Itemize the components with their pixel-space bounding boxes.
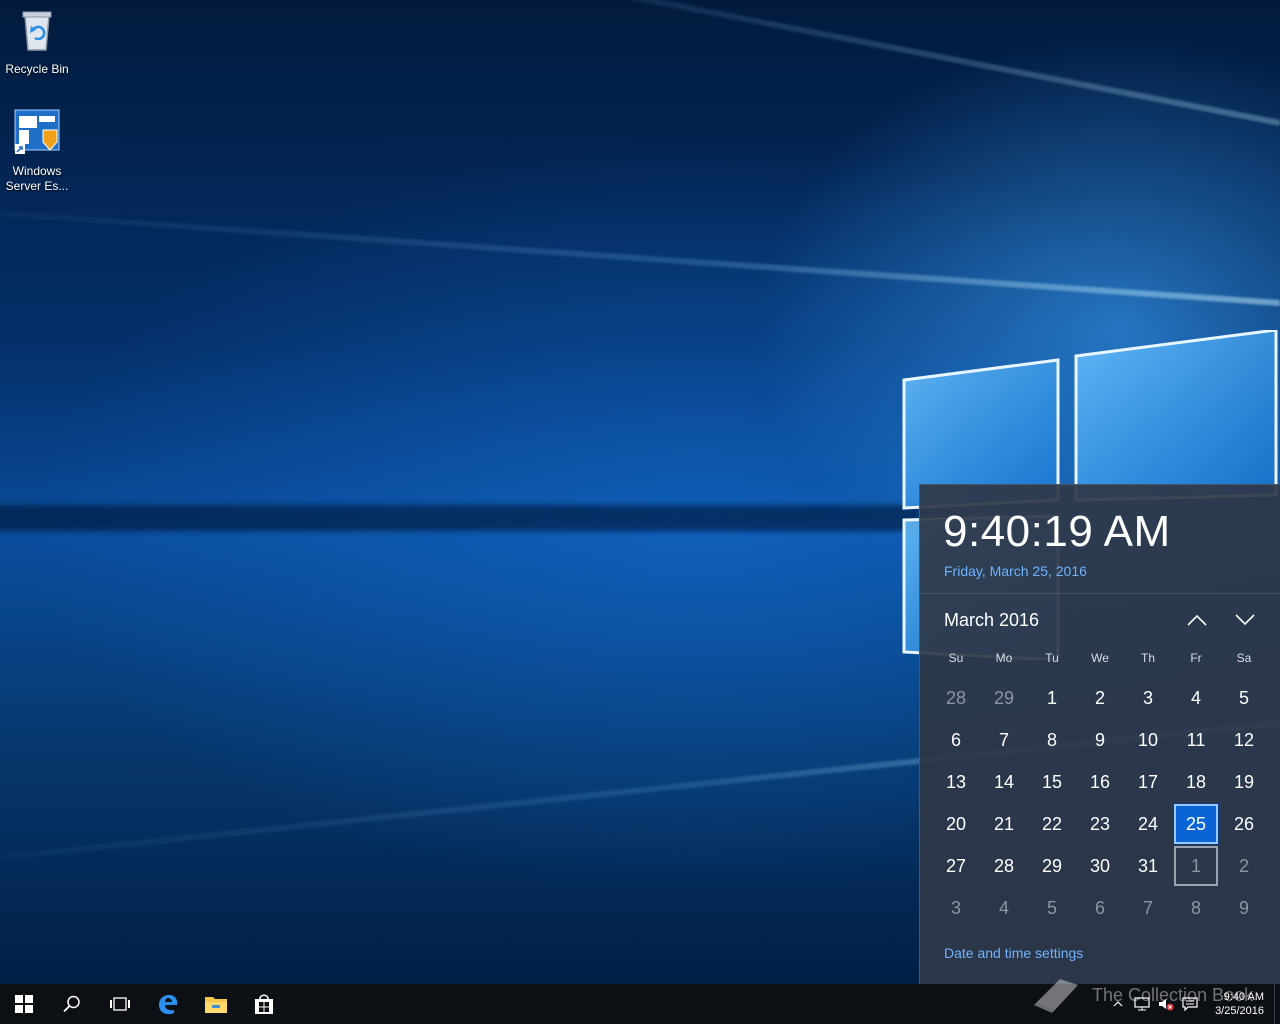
calendar-day[interactable]: 1 <box>1030 678 1074 718</box>
taskbar-clock[interactable]: 9:40 AM 3/25/2016 <box>1202 990 1274 1018</box>
chevron-down-icon <box>1235 614 1255 626</box>
light-beam <box>0 196 1280 306</box>
recycle-bin-label: Recycle Bin <box>5 62 69 76</box>
calendar-day[interactable]: 12 <box>1222 720 1266 760</box>
calendar-day[interactable]: 31 <box>1126 846 1170 886</box>
month-label[interactable]: March 2016 <box>944 610 1039 631</box>
calendar-day[interactable]: 24 <box>1126 804 1170 844</box>
task-view-button[interactable] <box>96 984 144 1024</box>
server-essentials-label: Windows Server Es... <box>5 164 69 193</box>
calendar-day[interactable]: 2 <box>1222 846 1266 886</box>
calendar-day-today[interactable]: 25 <box>1173 803 1219 845</box>
calendar-day[interactable]: 7 <box>982 720 1026 760</box>
calendar-day[interactable]: 22 <box>1030 804 1074 844</box>
windows-start-icon <box>15 995 33 1013</box>
calendar-day[interactable]: 28 <box>934 678 978 718</box>
chevron-up-icon <box>1113 1001 1123 1007</box>
volume-button[interactable] <box>1154 984 1178 1024</box>
calendar-day[interactable]: 13 <box>934 762 978 802</box>
weekday-label: Th <box>1140 651 1155 665</box>
show-hidden-icons-button[interactable] <box>1106 984 1130 1024</box>
taskbar-date: 3/25/2016 <box>1215 1005 1264 1017</box>
calendar-day[interactable]: 14 <box>982 762 1026 802</box>
start-button[interactable] <box>0 984 48 1024</box>
calendar-day[interactable]: 18 <box>1174 762 1218 802</box>
calendar-day[interactable]: 19 <box>1222 762 1266 802</box>
calendar-day[interactable]: 1 <box>1174 846 1218 886</box>
previous-month-button[interactable] <box>1182 607 1212 633</box>
server-essentials-icon <box>14 109 60 154</box>
calendar-day[interactable]: 28 <box>982 846 1026 886</box>
file-explorer-icon <box>205 997 227 1013</box>
calendar-day[interactable]: 16 <box>1078 762 1122 802</box>
calendar-day[interactable]: 23 <box>1078 804 1122 844</box>
weekday-header: Su Mo Tu We Th Fr Sa <box>932 651 1268 665</box>
calendar-day[interactable]: 6 <box>934 720 978 760</box>
calendar-day[interactable]: 21 <box>982 804 1026 844</box>
calendar-day[interactable]: 26 <box>1222 804 1266 844</box>
edge-browser-button[interactable] <box>144 984 192 1024</box>
calendar-day[interactable]: 9 <box>1222 888 1266 928</box>
calendar-day[interactable]: 20 <box>934 804 978 844</box>
calendar-day[interactable]: 4 <box>1174 678 1218 718</box>
task-view-icon <box>110 997 130 1011</box>
taskbar <box>0 984 1280 1024</box>
next-month-button[interactable] <box>1230 607 1260 633</box>
light-beam <box>0 0 1280 126</box>
calendar-day[interactable]: 10 <box>1126 720 1170 760</box>
weekday-label: We <box>1091 651 1109 665</box>
calendar-day[interactable]: 11 <box>1174 720 1218 760</box>
weekday-label: Sa <box>1236 651 1252 665</box>
chevron-up-icon <box>1187 614 1207 626</box>
current-time: 9:40:19 AM <box>943 507 1171 556</box>
system-tray: 9:40 AM 3/25/2016 <box>1106 984 1280 1024</box>
action-center-icon <box>1182 997 1198 1011</box>
divider <box>920 593 1280 594</box>
show-desktop-button[interactable] <box>1274 984 1280 1024</box>
current-date-link[interactable]: Friday, March 25, 2016 <box>944 563 1087 579</box>
calendar-day[interactable]: 9 <box>1078 720 1122 760</box>
date-time-settings-link[interactable]: Date and time settings <box>944 945 1083 961</box>
calendar-day[interactable]: 3 <box>934 888 978 928</box>
calendar-day[interactable]: 3 <box>1126 678 1170 718</box>
weekday-label: Fr <box>1190 651 1202 665</box>
calendar-day[interactable]: 29 <box>1030 846 1074 886</box>
calendar-day[interactable]: 4 <box>982 888 1026 928</box>
taskbar-time: 9:40 AM <box>1223 991 1264 1003</box>
calendar-day[interactable]: 2 <box>1078 678 1122 718</box>
recycle-bin-shortcut[interactable]: Recycle Bin <box>0 6 75 77</box>
calendar-day[interactable]: 30 <box>1078 846 1122 886</box>
calendar-day[interactable]: 15 <box>1030 762 1074 802</box>
windows-server-essentials-shortcut[interactable]: Windows Server Es... <box>0 108 75 194</box>
file-explorer-button[interactable] <box>192 984 240 1024</box>
calendar-day[interactable]: 5 <box>1222 678 1266 718</box>
calendar-day[interactable]: 6 <box>1078 888 1122 928</box>
clock-calendar-flyout: 9:40:19 AM Friday, March 25, 2016 March … <box>919 484 1280 984</box>
calendar-day[interactable]: 8 <box>1174 888 1218 928</box>
network-button[interactable] <box>1130 984 1154 1024</box>
weekday-label: Mo <box>995 651 1013 665</box>
network-icon <box>1134 997 1150 1011</box>
store-icon <box>255 994 273 1014</box>
shadow-band <box>0 505 920 531</box>
calendar-day[interactable]: 7 <box>1126 888 1170 928</box>
action-center-button[interactable] <box>1178 984 1202 1024</box>
calendar-day-grid: 28 29 1 2 3 4 5 6 7 8 9 10 11 12 13 14 15 16 17 18 19 20 21 22 2… <box>932 677 1268 929</box>
recycle-bin-icon <box>22 11 52 51</box>
calendar-day[interactable]: 5 <box>1030 888 1074 928</box>
store-button[interactable] <box>240 984 288 1024</box>
search-button[interactable] <box>48 984 96 1024</box>
calendar-day[interactable]: 8 <box>1030 720 1074 760</box>
search-icon <box>63 995 80 1013</box>
calendar-day[interactable]: 27 <box>934 846 978 886</box>
volume-muted-icon <box>1159 999 1174 1011</box>
calendar-day[interactable]: 29 <box>982 678 1026 718</box>
weekday-label: Tu <box>1045 651 1059 665</box>
weekday-label: Su <box>948 651 964 665</box>
calendar-day[interactable]: 17 <box>1126 762 1170 802</box>
edge-browser-icon <box>159 994 178 1015</box>
